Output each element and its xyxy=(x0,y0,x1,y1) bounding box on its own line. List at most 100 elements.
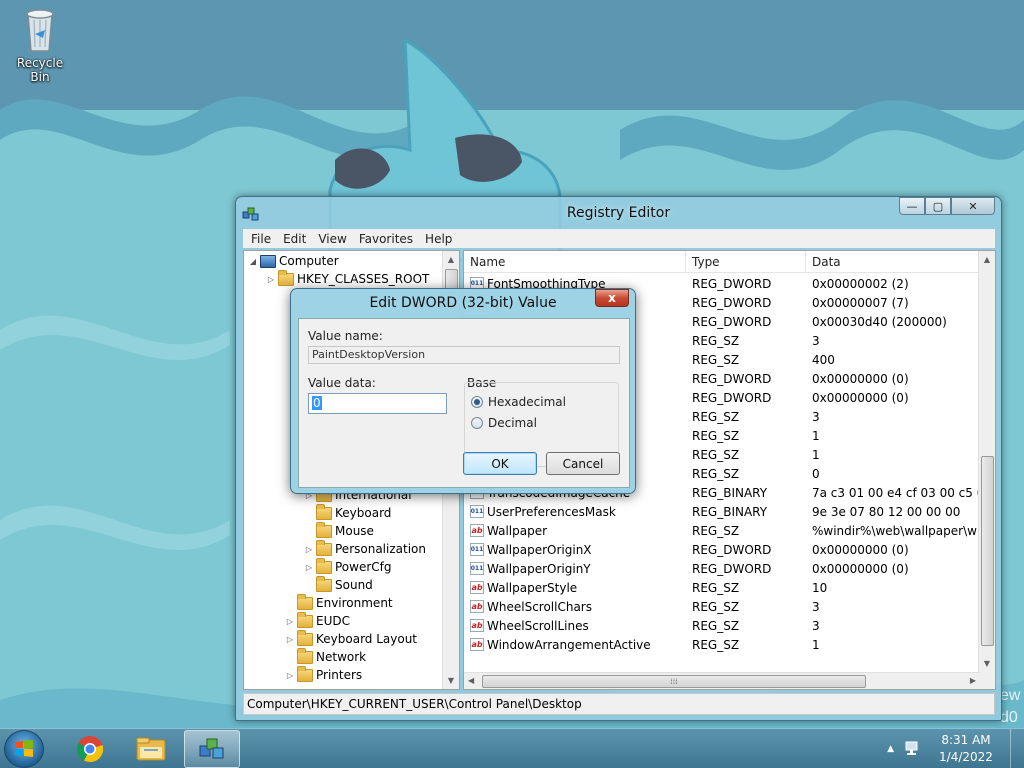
tree-item-personalization[interactable]: ▷ Personalization xyxy=(304,539,426,558)
clock-time: 8:31 AM xyxy=(941,733,991,747)
tree-item-label: EUDC xyxy=(316,614,350,628)
svg-text:ew: ew xyxy=(1000,687,1021,704)
tree-item-sound[interactable]: Sound xyxy=(304,575,373,594)
value-name-text: WheelScrollLines xyxy=(487,618,589,633)
dialog-close-button[interactable]: x xyxy=(595,289,629,307)
value-data-cell: 0x00000007 (7) xyxy=(812,295,909,310)
tree-item-computer[interactable]: ◢ Computer xyxy=(248,252,339,270)
value-name-label: Value name: xyxy=(308,329,383,343)
list-scroll-thumb[interactable] xyxy=(981,456,994,646)
menu-edit[interactable]: Edit xyxy=(277,232,312,246)
radio-hexadecimal[interactable]: Hexadecimal xyxy=(471,395,566,409)
value-name-cell: 011 WallpaperOriginY xyxy=(464,562,686,576)
tree-item-eudc[interactable]: ▷ EUDC xyxy=(285,611,350,630)
menu-file[interactable]: File xyxy=(245,232,277,246)
column-header-name[interactable]: Name xyxy=(464,251,686,273)
menu-help[interactable]: Help xyxy=(419,232,458,246)
expand-arrow-icon[interactable]: ▷ xyxy=(266,275,276,284)
system-tray: ▲ 8:31 AM 1/4/2022 xyxy=(887,729,1024,768)
expand-arrow-icon[interactable]: ▷ xyxy=(285,635,295,644)
tree-item-mouse[interactable]: Mouse xyxy=(304,521,374,540)
table-row[interactable]: 011 WallpaperOriginY REG_DWORD 0x00000000 (… xyxy=(464,559,980,578)
value-name-field: PaintDesktopVersion xyxy=(308,346,620,364)
table-row[interactable]: ab Wallpaper REG_SZ %windir%\web\wallpaper\… xyxy=(464,521,980,540)
recycle-bin-icon xyxy=(20,6,60,54)
scroll-down-arrow-icon[interactable]: ▼ xyxy=(443,672,459,689)
taskbar: ▲ 8:31 AM 1/4/2022 xyxy=(0,728,1024,768)
value-type-cell: REG_SZ xyxy=(692,409,740,424)
expand-arrow-icon[interactable]: ▷ xyxy=(304,563,314,572)
tree-item-label: HKEY_CLASSES_ROOT xyxy=(297,272,430,286)
menu-favorites[interactable]: Favorites xyxy=(353,232,419,246)
scroll-left-arrow-icon[interactable]: ◀ xyxy=(468,676,474,685)
tree-item-powercfg[interactable]: ▷ PowerCfg xyxy=(304,557,392,576)
ok-button[interactable]: OK xyxy=(463,452,537,475)
list-hscroll-thumb[interactable]: ⁞⁞⁞ xyxy=(482,675,866,688)
value-type-cell: REG_SZ xyxy=(692,352,740,367)
folder-icon xyxy=(316,539,332,556)
value-name-cell: ab WallpaperStyle xyxy=(464,581,686,595)
recycle-bin-desktop-icon[interactable]: Recycle Bin xyxy=(6,6,74,84)
value-name-cell: ab WindowArrangementActive xyxy=(464,638,686,652)
collapse-arrow-icon[interactable]: ◢ xyxy=(248,257,258,266)
computer-icon xyxy=(260,254,276,268)
scroll-up-arrow-icon[interactable]: ▲ xyxy=(443,251,459,268)
edit-dword-dialog[interactable]: Edit DWORD (32-bit) Value x Value name: … xyxy=(290,288,636,494)
table-row[interactable]: 011 WallpaperOriginX REG_DWORD 0x00000000 (… xyxy=(464,540,980,559)
table-row[interactable]: ab WheelScrollLines REG_SZ 3 xyxy=(464,616,980,635)
expand-arrow-icon[interactable]: ▷ xyxy=(285,617,295,626)
string-value-icon: ab xyxy=(470,524,484,537)
start-button[interactable] xyxy=(4,730,44,768)
value-type-cell: REG_DWORD xyxy=(692,276,772,291)
minimize-button[interactable]: — xyxy=(899,197,925,215)
column-header-data[interactable]: Data xyxy=(806,251,980,273)
table-row[interactable]: ab WindowArrangementActive REG_SZ 1 xyxy=(464,635,980,654)
value-data-cell: 3 xyxy=(812,618,820,633)
list-horizontal-scrollbar[interactable]: ◀ ⁞⁞⁞ ▶ xyxy=(464,672,980,689)
value-data-cell: 0x00000002 (2) xyxy=(812,276,909,291)
scroll-up-arrow-icon[interactable]: ▲ xyxy=(979,251,995,268)
show-desktop-button[interactable] xyxy=(1010,729,1024,768)
network-icon[interactable] xyxy=(904,740,920,759)
tree-item-network[interactable]: Network xyxy=(285,647,366,666)
value-data-cell: 0x00030d40 (200000) xyxy=(812,314,947,329)
tree-item-keyboard-layout[interactable]: ▷ Keyboard Layout xyxy=(285,629,417,648)
maximize-button[interactable]: ▢ xyxy=(925,197,951,215)
taskbar-file-explorer[interactable] xyxy=(123,730,179,768)
tree-item-environment[interactable]: Environment xyxy=(285,593,393,612)
close-button[interactable]: ✕ xyxy=(951,197,995,215)
value-type-cell: REG_BINARY xyxy=(692,485,768,500)
list-header: Name Type Data xyxy=(464,251,980,273)
tree-item-keyboard[interactable]: Keyboard xyxy=(304,503,391,522)
table-row[interactable]: 011 UserPreferencesMask REG_BINARY 9e 3e 07… xyxy=(464,502,980,521)
windows-logo-icon xyxy=(15,740,33,757)
value-data-input[interactable]: 0 xyxy=(308,393,447,414)
show-hidden-icons-arrow-icon[interactable]: ▲ xyxy=(887,744,894,754)
list-vertical-scrollbar[interactable]: ▲ ▼ xyxy=(978,251,995,689)
tree-item-printers[interactable]: ▷ Printers xyxy=(285,665,362,684)
scroll-right-arrow-icon[interactable]: ▶ xyxy=(970,676,976,685)
expand-arrow-icon[interactable]: ▷ xyxy=(285,671,295,680)
value-data-cell: %windir%\web\wallpaper\wind xyxy=(812,523,980,538)
cancel-button[interactable]: Cancel xyxy=(546,452,620,475)
value-data-cell: 10 xyxy=(812,580,828,595)
radio-decimal[interactable]: Decimal xyxy=(471,416,537,430)
table-row[interactable]: ab WheelScrollChars REG_SZ 3 xyxy=(464,597,980,616)
taskbar-chrome[interactable] xyxy=(62,730,118,768)
value-data-cell: 0 xyxy=(812,466,820,481)
value-type-cell: REG_DWORD xyxy=(692,390,772,405)
string-value-icon: ab xyxy=(470,581,484,594)
menu-view[interactable]: View xyxy=(312,232,352,246)
expand-arrow-icon[interactable]: ▷ xyxy=(304,545,314,554)
value-name-text: WallpaperOriginY xyxy=(487,561,591,576)
value-data-cell: 0x00000000 (0) xyxy=(812,390,909,405)
tree-item-hkey-classes-root[interactable]: ▷ HKEY_CLASSES_ROOT xyxy=(266,269,430,288)
clock[interactable]: 8:31 AM 1/4/2022 xyxy=(926,732,1006,766)
scroll-down-arrow-icon[interactable]: ▼ xyxy=(979,655,995,672)
column-header-type[interactable]: Type xyxy=(686,251,806,273)
table-row[interactable]: ab WallpaperStyle REG_SZ 10 xyxy=(464,578,980,597)
value-name-text: WheelScrollChars xyxy=(487,599,592,614)
taskbar-registry-editor[interactable] xyxy=(184,730,240,768)
title-bar[interactable]: Registry Editor — ▢ ✕ xyxy=(236,197,1001,229)
value-name-text: Wallpaper xyxy=(487,523,548,538)
